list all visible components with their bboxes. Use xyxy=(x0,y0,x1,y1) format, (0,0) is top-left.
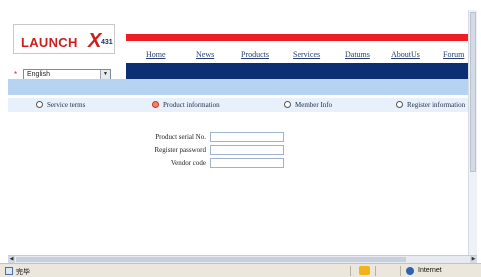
step-label: Product information xyxy=(163,101,220,109)
internet-globe-icon xyxy=(406,267,414,275)
light-blue-band xyxy=(8,79,468,95)
step-label: Member Info xyxy=(295,101,333,109)
vendor-code-label: Vendor code xyxy=(170,159,206,167)
header-blue-bar xyxy=(126,63,468,79)
top-navigation: Home News Products Services Datums About… xyxy=(126,50,468,62)
status-divider xyxy=(400,266,401,276)
nav-link-services[interactable]: Services xyxy=(293,50,320,59)
radio-icon xyxy=(36,101,43,108)
vertical-scrollbar[interactable] xyxy=(468,10,477,255)
step-label: Service terms xyxy=(47,101,86,109)
radio-icon xyxy=(284,101,291,108)
step-label: Register information xyxy=(407,101,466,109)
status-text: 完毕 xyxy=(16,269,30,276)
nav-link-forum[interactable]: Forum xyxy=(443,50,464,59)
status-divider xyxy=(375,266,376,276)
status-bar: 完毕 Internet xyxy=(0,263,481,277)
step-product-information[interactable]: Product information xyxy=(152,100,220,110)
security-zone-label: Internet xyxy=(418,267,442,274)
scroll-right-icon[interactable]: ▶ xyxy=(470,256,477,263)
vertical-scroll-thumb[interactable] xyxy=(470,12,476,172)
security-lock-icon xyxy=(359,266,370,275)
nav-link-aboutus[interactable]: AboutUs xyxy=(391,50,420,59)
nav-link-datums[interactable]: Datums xyxy=(345,50,370,59)
register-password-input[interactable] xyxy=(210,145,284,155)
language-marker: * xyxy=(14,70,18,79)
form-row-serial: Product serial No. xyxy=(8,132,468,144)
step-member-info[interactable]: Member Info xyxy=(284,100,332,110)
logo-x-mark: X xyxy=(88,30,102,52)
page-done-icon xyxy=(5,267,13,275)
registration-steps: Service terms Product information Member… xyxy=(8,98,468,112)
horizontal-scroll-thumb[interactable] xyxy=(16,257,406,262)
serial-number-input[interactable] xyxy=(210,132,284,142)
radio-icon xyxy=(396,101,403,108)
logo-model-number: 431 xyxy=(101,39,113,46)
nav-link-news[interactable]: News xyxy=(196,50,214,59)
nav-link-products[interactable]: Products xyxy=(241,50,269,59)
language-selected-value: English xyxy=(27,71,50,78)
radio-selected-icon xyxy=(152,101,159,108)
scroll-left-icon[interactable]: ◀ xyxy=(8,256,15,263)
logo-text: LAUNCH xyxy=(21,35,78,50)
form-row-vendor: Vendor code xyxy=(8,158,468,170)
form-row-password: Register password xyxy=(8,145,468,157)
launch-logo[interactable]: LAUNCH X 431 xyxy=(13,24,115,54)
header-red-bar xyxy=(126,34,468,41)
step-register-information[interactable]: Register information xyxy=(396,100,465,110)
vendor-code-input[interactable] xyxy=(210,158,284,168)
chevron-down-icon[interactable]: ▼ xyxy=(100,70,110,79)
status-divider xyxy=(350,266,351,276)
register-password-label: Register password xyxy=(154,146,206,154)
nav-link-home[interactable]: Home xyxy=(146,50,166,59)
step-service-terms[interactable]: Service terms xyxy=(36,100,85,110)
horizontal-scrollbar[interactable]: ◀ ▶ xyxy=(8,255,477,263)
serial-number-label: Product serial No. xyxy=(155,133,206,141)
browser-viewport: LAUNCH X 431 Home News Products Services… xyxy=(8,10,468,255)
